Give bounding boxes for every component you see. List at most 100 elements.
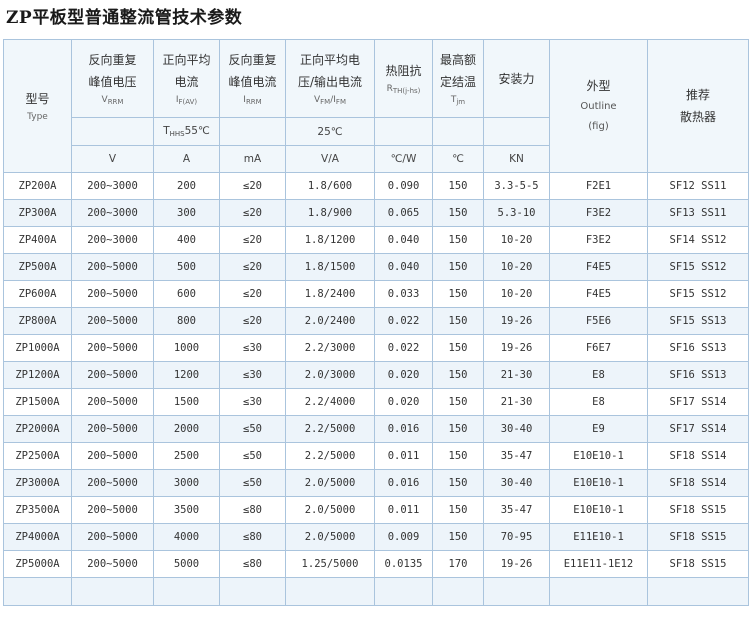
- empty-cell: [647, 577, 749, 606]
- cell-rth: 0.020: [374, 388, 433, 416]
- cell-vfm: 2.0/5000: [285, 469, 375, 497]
- cell-type: ZP5000A: [3, 550, 72, 578]
- cell-rth: 0.033: [374, 280, 433, 308]
- table-row: ZP2500A 200~5000 2500 ≤50 2.2/5000 0.011 150 35…: [3, 442, 749, 470]
- cell-heatsink: SF18 SS14: [647, 442, 749, 470]
- cell-vfm: 2.0/5000: [285, 523, 375, 551]
- cell-outline: E11E10-1: [549, 523, 648, 551]
- cell-heatsink: SF17 SS14: [647, 388, 749, 416]
- cell-ifav: 2500: [153, 442, 220, 470]
- cell-vrrm: 200~3000: [71, 199, 154, 227]
- cell-ifav: 1500: [153, 388, 220, 416]
- table-row: ZP3500A 200~5000 3500 ≤80 2.0/5000 0.011 150 35…: [3, 496, 749, 524]
- cell-outline: E11E11-1E12: [549, 550, 648, 578]
- cell-irrm: ≤30: [219, 334, 286, 362]
- cell-irrm: ≤30: [219, 361, 286, 389]
- cell-outline: F4E5: [549, 253, 648, 281]
- cond-ths: THHS55℃: [153, 117, 220, 146]
- cond-25: 25℃: [285, 117, 375, 146]
- table-body: ZP200A 200~3000 200 ≤20 1.8/600 0.090 150 3.3-5…: [3, 172, 749, 606]
- cell-type: ZP2000A: [3, 415, 72, 443]
- cell-rth: 0.009: [374, 523, 433, 551]
- cell-force: 70-95: [483, 523, 550, 551]
- cell-heatsink: SF12 SS11: [647, 172, 749, 200]
- cell-vrrm: 200~5000: [71, 361, 154, 389]
- cond-irrm: [219, 117, 286, 146]
- cell-rth: 0.011: [374, 496, 433, 524]
- cell-tjm: 150: [432, 307, 484, 335]
- cell-ifav: 3000: [153, 469, 220, 497]
- cell-outline: E8: [549, 361, 648, 389]
- cell-heatsink: SF16 SS13: [647, 361, 749, 389]
- table-row: ZP2000A 200~5000 2000 ≤50 2.2/5000 0.016 150 30…: [3, 415, 749, 443]
- cell-irrm: ≤20: [219, 253, 286, 281]
- cell-tjm: 150: [432, 172, 484, 200]
- cell-vrrm: 200~5000: [71, 442, 154, 470]
- cell-ifav: 1200: [153, 361, 220, 389]
- cell-rth: 0.016: [374, 469, 433, 497]
- empty-cell: [219, 577, 286, 606]
- cell-rth: 0.016: [374, 415, 433, 443]
- cell-tjm: 150: [432, 280, 484, 308]
- cell-type: ZP1500A: [3, 388, 72, 416]
- table-row: ZP1000A 200~5000 1000 ≤30 2.2/3000 0.022 150 19…: [3, 334, 749, 362]
- table-row: ZP1200A 200~5000 1200 ≤30 2.0/3000 0.020 150 21…: [3, 361, 749, 389]
- cell-type: ZP800A: [3, 307, 72, 335]
- cell-irrm: ≤20: [219, 172, 286, 200]
- cell-outline: F4E5: [549, 280, 648, 308]
- cell-irrm: ≤20: [219, 280, 286, 308]
- col-header-outline: 外型 Outline (fig): [549, 39, 648, 173]
- cond-rth: [374, 117, 433, 146]
- table-row: ZP600A 200~5000 600 ≤20 1.8/2400 0.033 150 10-2…: [3, 280, 749, 308]
- cell-type: ZP300A: [3, 199, 72, 227]
- cell-rth: 0.0135: [374, 550, 433, 578]
- unit-cell: V: [71, 145, 154, 173]
- cond-vrrm: [71, 117, 154, 146]
- cell-outline: F6E7: [549, 334, 648, 362]
- cell-ifav: 4000: [153, 523, 220, 551]
- cell-outline: E10E10-1: [549, 496, 648, 524]
- cell-vfm: 2.0/5000: [285, 496, 375, 524]
- cell-vrrm: 200~3000: [71, 226, 154, 254]
- cell-irrm: ≤80: [219, 550, 286, 578]
- cell-vrrm: 200~3000: [71, 172, 154, 200]
- cell-tjm: 150: [432, 415, 484, 443]
- table-row: ZP3000A 200~5000 3000 ≤50 2.0/5000 0.016 150 30…: [3, 469, 749, 497]
- cell-force: 21-30: [483, 388, 550, 416]
- unit-cell: ℃: [432, 145, 484, 173]
- cell-ifav: 3500: [153, 496, 220, 524]
- cell-tjm: 150: [432, 388, 484, 416]
- table-row: ZP400A 200~3000 400 ≤20 1.8/1200 0.040 150 10-2…: [3, 226, 749, 254]
- cell-type: ZP3000A: [3, 469, 72, 497]
- cell-tjm: 150: [432, 334, 484, 362]
- cell-heatsink: SF17 SS14: [647, 415, 749, 443]
- cell-tjm: 150: [432, 253, 484, 281]
- col-header-tjm: 最高额 定结温 Tjm: [432, 39, 484, 118]
- empty-cell: [432, 577, 484, 606]
- cell-vfm: 2.2/5000: [285, 442, 375, 470]
- cell-force: 5.3-10: [483, 199, 550, 227]
- cell-tjm: 150: [432, 469, 484, 497]
- table-row: ZP800A 200~5000 800 ≤20 2.0/2400 0.022 150 19-2…: [3, 307, 749, 335]
- col-header-ifav: 正向平均 电流 IF(AV): [153, 39, 220, 118]
- cell-irrm: ≤50: [219, 469, 286, 497]
- cell-force: 19-26: [483, 550, 550, 578]
- cell-ifav: 2000: [153, 415, 220, 443]
- unit-cell: A: [153, 145, 220, 173]
- cell-heatsink: SF18 SS14: [647, 469, 749, 497]
- cell-vrrm: 200~5000: [71, 415, 154, 443]
- cell-vrrm: 200~5000: [71, 280, 154, 308]
- cell-rth: 0.020: [374, 361, 433, 389]
- table-row: ZP500A 200~5000 500 ≤20 1.8/1500 0.040 150 10-2…: [3, 253, 749, 281]
- cell-tjm: 150: [432, 199, 484, 227]
- cell-irrm: ≤20: [219, 199, 286, 227]
- cell-force: 30-40: [483, 415, 550, 443]
- cell-ifav: 400: [153, 226, 220, 254]
- cell-vrrm: 200~5000: [71, 523, 154, 551]
- cell-heatsink: SF14 SS12: [647, 226, 749, 254]
- cell-tjm: 150: [432, 226, 484, 254]
- cell-vrrm: 200~5000: [71, 496, 154, 524]
- cell-heatsink: SF15 SS12: [647, 253, 749, 281]
- cell-vfm: 2.0/3000: [285, 361, 375, 389]
- cell-tjm: 150: [432, 442, 484, 470]
